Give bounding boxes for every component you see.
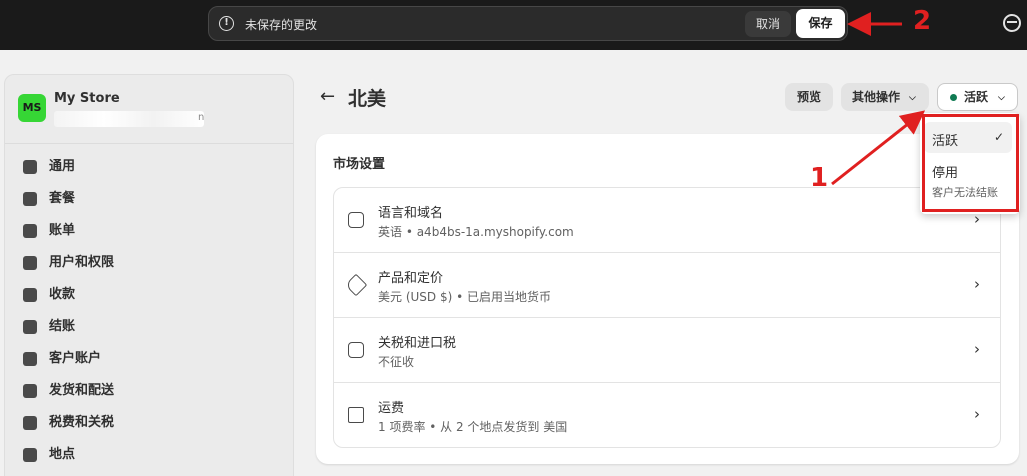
annotation-step-1: 1 [810, 163, 829, 193]
annotation-arrows [831, 12, 926, 186]
annotation-arrow-1 [831, 110, 926, 186]
annotation-step-2: 2 [913, 6, 932, 36]
